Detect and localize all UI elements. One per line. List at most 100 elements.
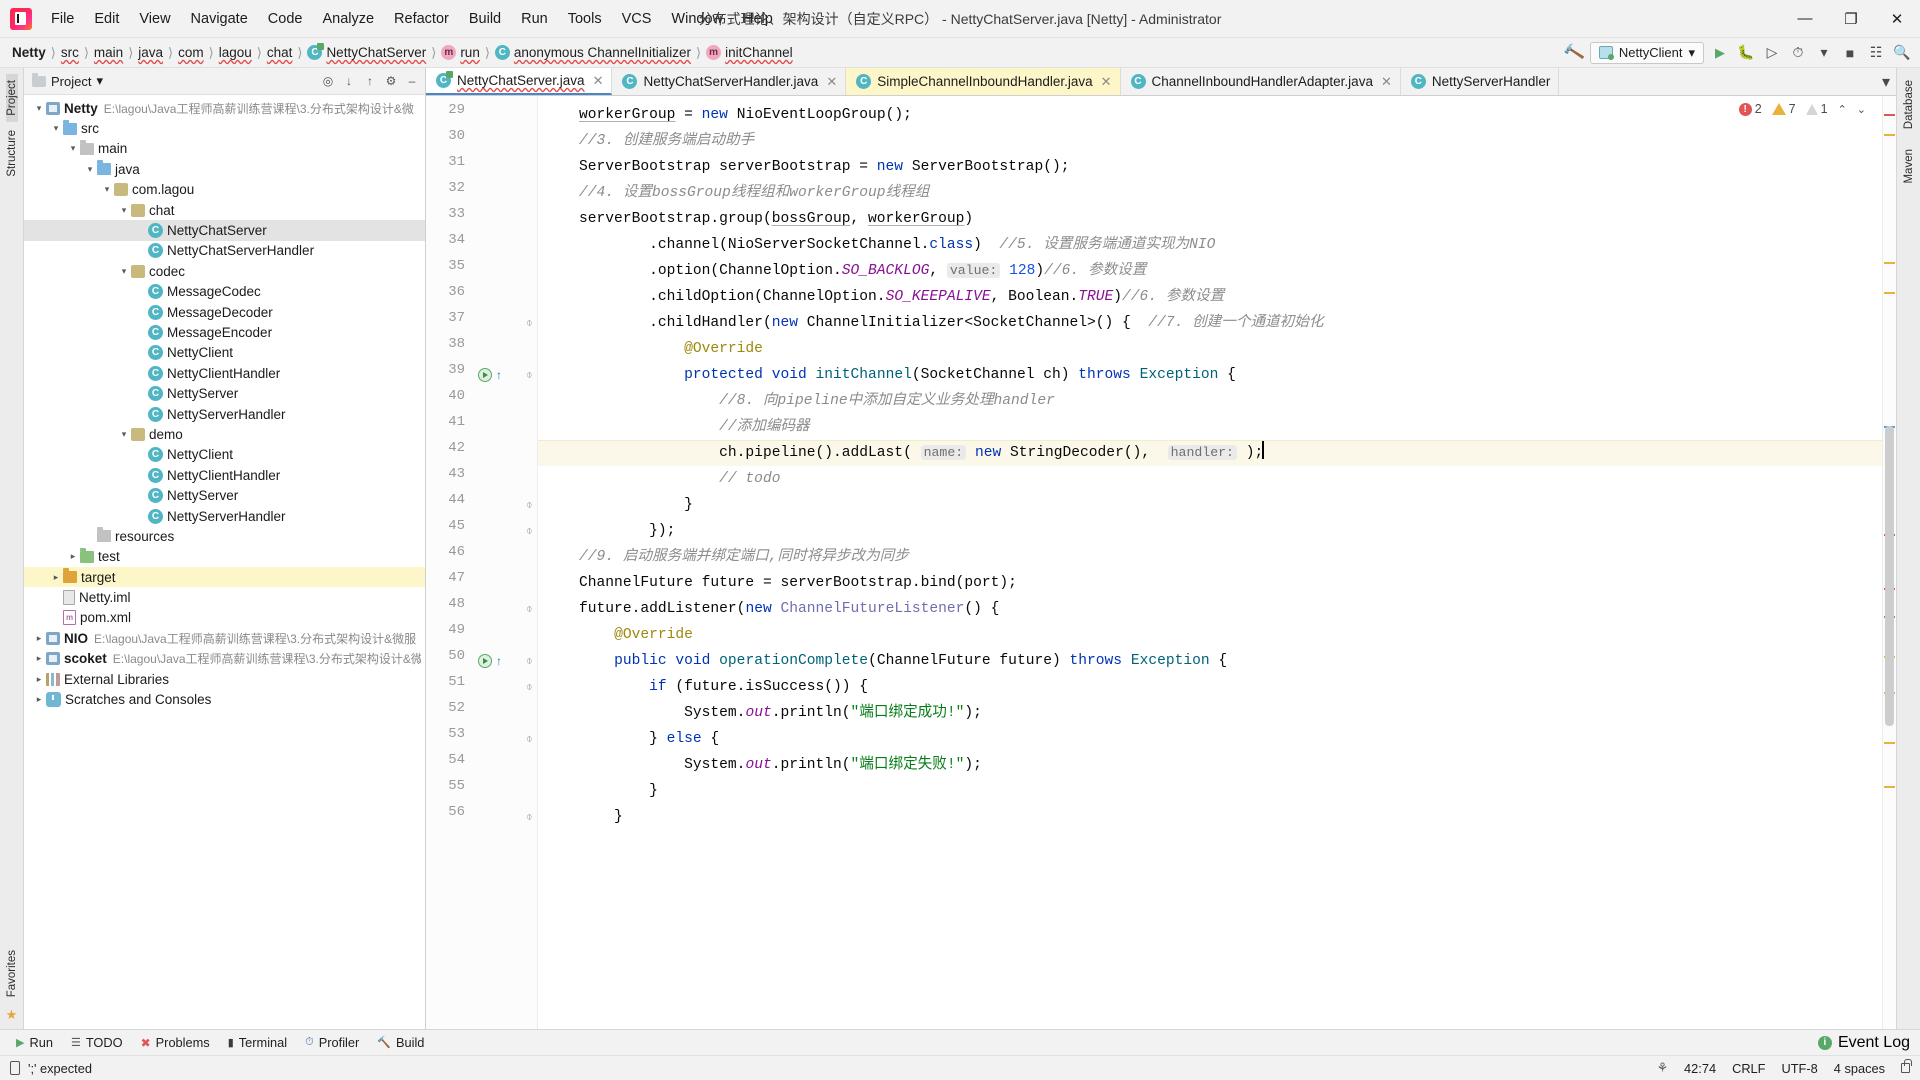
breadcrumb-run[interactable]: m run [437,45,484,60]
code-fold-icon[interactable]: ⌽ [526,317,537,330]
tree-node-nio[interactable]: NIO E:\lagou\Java工程师高薪训练营课程\3.分布式架构设计&微服 [24,628,425,648]
tab-overflow-button[interactable]: ▾ [1882,68,1896,95]
menu-code[interactable]: Code [259,8,312,30]
tree-node-scratches-and-consoles[interactable]: Scratches and Consoles [24,689,425,709]
tree-node-test[interactable]: test [24,547,425,567]
close-icon[interactable]: ✕ [1101,74,1112,90]
minimize-button[interactable]: — [1782,0,1828,37]
warning-marker[interactable] [1884,134,1895,136]
tree-node-nettyserverhandler[interactable]: C NettyServerHandler [24,506,425,526]
gutter-row[interactable]: ⌽ [474,492,537,518]
code-line[interactable]: } else { [538,726,1882,752]
breadcrumb-com[interactable]: com [174,45,208,60]
menu-edit[interactable]: Edit [85,8,128,30]
tree-node-pom-xml[interactable]: m pom.xml [24,608,425,628]
project-tree[interactable]: Netty E:\lagou\Java工程师高薪训练营课程\3.分布式架构设计&微… [24,95,425,1029]
code-fold-icon[interactable]: ⌽ [526,655,537,668]
code-line[interactable]: serverBootstrap.group(bossGroup, workerG… [538,206,1882,232]
tree-expand-arrow[interactable] [32,103,46,114]
menu-window[interactable]: Window [662,8,732,30]
menu-help[interactable]: Help [734,8,782,30]
gutter-row[interactable] [474,700,537,726]
project-panel-title[interactable]: Project ▾ [32,72,103,89]
tree-node-chat[interactable]: chat [24,200,425,220]
code-line[interactable]: @Override [538,336,1882,362]
prev-problem-icon[interactable]: ⌃ [1838,103,1847,116]
breadcrumb-lagou[interactable]: lagou [215,45,256,60]
gutter-row[interactable] [474,102,537,128]
code-line[interactable]: workerGroup = new NioEventLoopGroup(); [538,102,1882,128]
code-line[interactable]: } [538,778,1882,804]
stop-button[interactable]: ■ [1840,43,1860,63]
tree-node-nettychatserver[interactable]: C NettyChatServer [24,220,425,241]
tool-build[interactable]: 🔨 Build [369,1033,432,1052]
code-viewport[interactable]: 29 30 31 32 33 34 35 36 37 38 39 40 41 42 43 44 45 46 47 48… [426,96,1896,1029]
inspection-profile-icon[interactable]: ⚘ [1657,1060,1668,1076]
tree-node-demo[interactable]: demo [24,424,425,444]
warning-marker[interactable] [1884,292,1895,294]
debug-button[interactable]: 🐛 [1736,43,1756,63]
gutter-row[interactable]: ⌽ [474,518,537,544]
gutter-row[interactable] [474,466,537,492]
tree-expand-arrow[interactable] [117,205,131,216]
menu-bar[interactable]: File Edit View Navigate Code Analyze Ref… [42,8,782,30]
tree-expand-arrow[interactable] [32,674,46,685]
code-line[interactable]: future.addListener(new ChannelFutureList… [538,596,1882,622]
editor-scrollbar-thumb[interactable] [1885,426,1894,726]
code-fold-icon[interactable]: ⌽ [526,499,537,512]
tree-node-external-libraries[interactable]: External Libraries [24,669,425,689]
code-fold-icon[interactable]: ⌽ [526,733,537,746]
menu-vcs[interactable]: VCS [613,8,661,30]
breadcrumb-initchannel[interactable]: m initChannel [702,45,797,60]
close-icon[interactable]: ✕ [593,73,604,89]
tree-expand-arrow[interactable] [66,143,80,154]
scroll-from-source-icon[interactable]: ◎ [319,72,337,90]
profile-chevron-icon[interactable]: ▾ [1814,43,1834,63]
breadcrumb-java[interactable]: java [134,45,167,60]
run-configuration-selector[interactable]: NettyClient ▾ [1589,41,1704,64]
code-line[interactable]: System.out.println("端口绑定失败!"); [538,752,1882,778]
tree-node-netty-iml[interactable]: Netty.iml [24,587,425,607]
next-problem-icon[interactable]: ⌄ [1857,103,1866,116]
tree-expand-arrow[interactable] [49,572,63,583]
tree-expand-arrow[interactable] [83,164,97,175]
tree-node-scoket[interactable]: scoket E:\lagou\Java工程师高薪训练营课程\3.分布式架构设计&… [24,649,425,669]
code-line[interactable]: protected void initChannel(SocketChannel… [538,362,1882,388]
breadcrumb-chat[interactable]: chat [263,45,297,60]
gutter-row[interactable] [474,128,537,154]
tree-node-nettyclient[interactable]: C NettyClient [24,445,425,465]
menu-refactor[interactable]: Refactor [385,8,458,30]
breadcrumb-main[interactable]: main [90,45,127,60]
code-line[interactable]: // todo [538,466,1882,492]
lock-icon[interactable] [1901,1059,1912,1073]
gutter-row[interactable]: ⌽ [474,674,537,700]
menu-analyze[interactable]: Analyze [313,8,383,30]
breadcrumb-netty[interactable]: Netty [8,45,50,60]
tool-profiler[interactable]: ⏱ Profiler [297,1033,367,1052]
tree-node-nettyserver[interactable]: C NettyServer [24,485,425,505]
tree-node-main[interactable]: main [24,139,425,159]
gutter-row[interactable] [474,154,537,180]
run-with-coverage-button[interactable]: ▷ [1762,43,1782,63]
maximize-button[interactable]: ❐ [1828,0,1874,37]
gutter-row[interactable] [474,206,537,232]
overriding-method-icon[interactable]: ↑ [496,655,508,668]
breadcrumb-nettychatserver[interactable]: C NettyChatServer [303,43,430,60]
device-icon[interactable] [10,1061,20,1075]
gutter-row[interactable]: ⌽ [474,596,537,622]
tab-channelinboundhandleradapter[interactable]: C ChannelInboundHandlerAdapter.java ✕ [1121,68,1401,95]
tree-node-nettyclienthandler[interactable]: C NettyClientHandler [24,363,425,383]
gutter-row[interactable] [474,336,537,362]
code-line[interactable]: if (future.isSuccess()) { [538,674,1882,700]
error-count[interactable]: ! 2 [1738,102,1762,116]
code-line[interactable]: @Override [538,622,1882,648]
tree-node-codec[interactable]: codec [24,261,425,281]
code-line[interactable]: System.out.println("端口绑定成功!"); [538,700,1882,726]
close-icon[interactable]: ✕ [826,74,837,90]
tree-expand-arrow[interactable] [117,266,131,277]
code-line[interactable]: ch.pipeline().addLast( name: new StringD… [538,440,1882,466]
tree-node-netty[interactable]: Netty E:\lagou\Java工程师高薪训练营课程\3.分布式架构设计&微 [24,98,425,118]
close-icon[interactable]: ✕ [1381,74,1392,90]
warning-marker[interactable] [1884,742,1895,744]
expand-all-icon[interactable]: ↓ [340,72,358,90]
